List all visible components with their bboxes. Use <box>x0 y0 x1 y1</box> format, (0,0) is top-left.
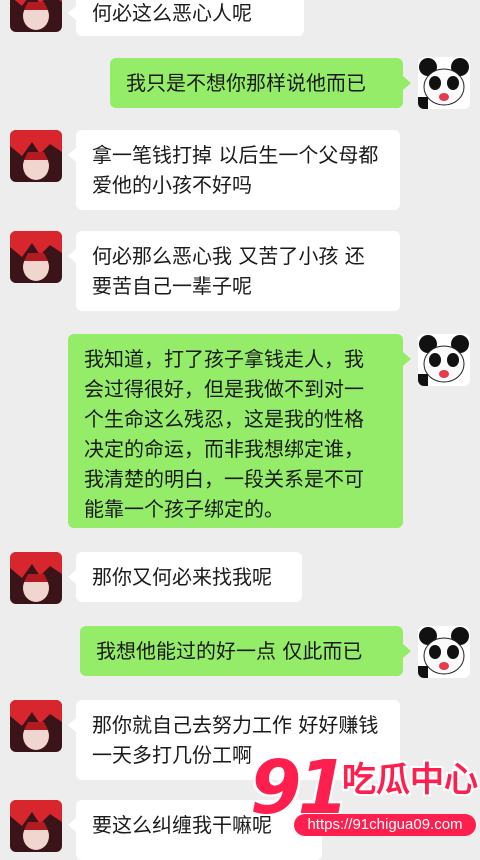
message-bubble-received[interactable]: 拿一笔钱打掉 以后生一个父母都 爱他的小孩不好吗 <box>68 130 400 210</box>
avatar-left-2[interactable] <box>10 130 62 182</box>
avatar-left-4[interactable] <box>10 552 62 604</box>
watermark-url: https://91chigua09.com <box>294 814 476 836</box>
message-bubble-sent[interactable]: 我想他能过的好一点 仅此而已 <box>80 626 411 676</box>
avatar-left-6[interactable] <box>10 800 62 852</box>
avatar-right-2[interactable] <box>418 334 470 386</box>
avatar-left-3[interactable] <box>10 231 62 283</box>
avatar-left-5[interactable] <box>10 700 62 752</box>
message-bubble-sent[interactable]: 我知道，打了孩子拿钱走人，我 会过得很好，但是我做不到对一 个生命这么残忍，这是… <box>68 334 411 528</box>
watermark-logo-text: 吃瓜中心 <box>342 760 478 800</box>
avatar-right-3[interactable] <box>418 626 470 678</box>
avatar-right-1[interactable] <box>418 57 470 109</box>
site-watermark: 91 吃瓜中心 https://91chigua09.com <box>250 748 478 844</box>
message-bubble-sent[interactable]: 我只是不想你那样说他而已 <box>110 58 411 108</box>
message-bubble-received[interactable]: 何必这么恶心人呢 <box>68 0 304 36</box>
message-bubble-received[interactable]: 那你又何必来找我呢 <box>68 552 302 602</box>
message-bubble-received[interactable]: 何必那么恶心我 又苦了小孩 还 要苦自己一辈子呢 <box>68 231 400 311</box>
avatar-left-1[interactable] <box>10 0 62 32</box>
